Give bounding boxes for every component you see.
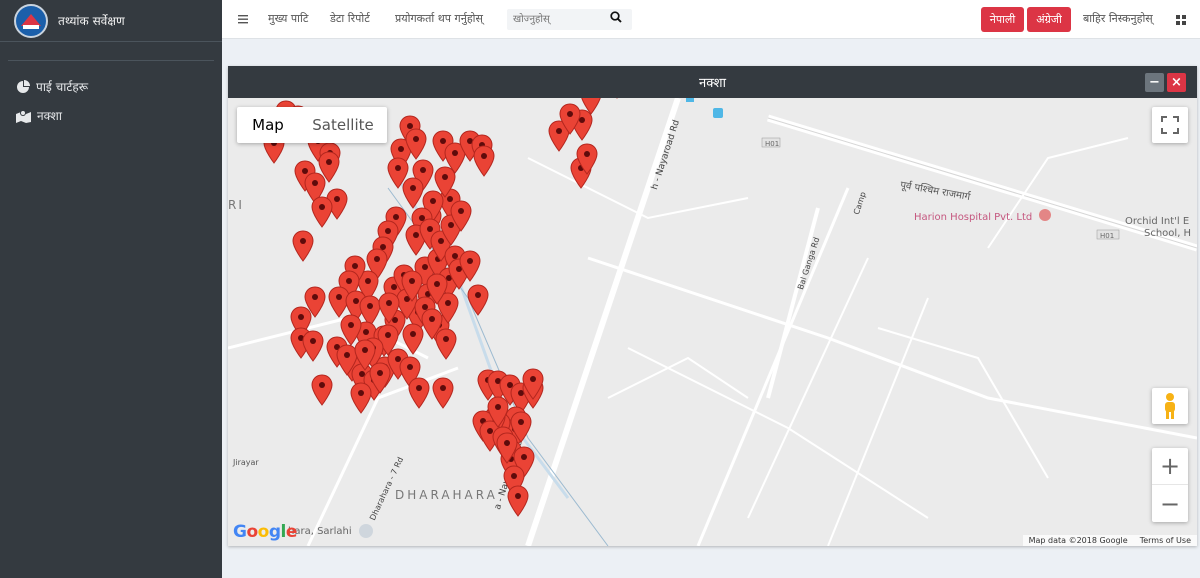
map-marker-icon[interactable]	[576, 143, 598, 175]
sarlahi-label: hara, Sarlahi	[288, 526, 352, 537]
map-marker-icon[interactable]	[510, 411, 532, 443]
sidebar-item-map[interactable]: नक्शा	[16, 107, 62, 124]
map-data-text: Map data ©2018 Google	[1028, 536, 1128, 545]
map-marker-icon[interactable]	[426, 273, 448, 305]
map-marker-icon[interactable]	[473, 145, 495, 177]
english-language-button[interactable]: अंग्रेजी	[1027, 7, 1071, 32]
fullscreen-icon	[1161, 116, 1179, 134]
panel-title: नक्शा	[698, 76, 726, 91]
map-marker-icon[interactable]	[487, 396, 509, 428]
grid-icon[interactable]	[1176, 15, 1186, 25]
zoom-out-button[interactable]: −	[1152, 485, 1188, 522]
nav-link-dashboard[interactable]: मुख्य पाटि	[268, 11, 308, 26]
map-marker-icon[interactable]	[467, 284, 489, 316]
highway-label: H01	[765, 140, 780, 148]
map-marker-icon[interactable]	[507, 485, 529, 517]
highway-label: H01	[1100, 232, 1115, 240]
sidebar: तथ्यांक सर्वेक्षण पाई चार्टहरू नक्शा	[0, 0, 222, 578]
sidebar-item-label: नक्शा	[37, 109, 62, 123]
map-marker-icon[interactable]	[292, 230, 314, 262]
map-marker-icon[interactable]	[559, 103, 581, 135]
map-marker-icon[interactable]	[522, 368, 544, 400]
dharahara-label: DHARAHARA	[395, 488, 498, 502]
app-logo	[14, 3, 48, 38]
terms-link[interactable]: Terms of Use	[1140, 536, 1191, 545]
brand-title: तथ्यांक सर्वेक्षण	[58, 14, 125, 28]
fullscreen-button[interactable]	[1152, 107, 1188, 143]
map-marker-icon[interactable]	[408, 377, 430, 409]
sidebar-item-pie-charts[interactable]: पाई चार्टहरू	[16, 78, 88, 95]
search-icon[interactable]	[610, 11, 622, 23]
map-marker-icon[interactable]	[580, 98, 602, 115]
map-canvas[interactable]: H01 H01 पूर्व पश्चिम राजमार्ग Harion Hos…	[228, 98, 1197, 546]
pegman-icon	[1165, 393, 1175, 419]
map-marker-icon[interactable]	[432, 377, 454, 409]
close-button[interactable]: ×	[1167, 73, 1186, 92]
street-view-pegman[interactable]	[1152, 388, 1188, 424]
nepali-language-button[interactable]: नेपाली	[981, 7, 1024, 32]
map-panel: नक्शा − × H01 H01 पूर्व पश्चिम राजमार्ग …	[228, 66, 1197, 546]
map-marker-icon[interactable]	[318, 151, 340, 183]
map-attribution: Map data ©2018 Google Terms of Use	[1022, 535, 1197, 546]
map-marker-icon[interactable]	[350, 382, 372, 414]
orchid-label: Orchid Int'l E	[1125, 216, 1190, 227]
map-marker-icon[interactable]	[311, 196, 333, 228]
zoom-in-button[interactable]: +	[1152, 448, 1188, 485]
map-type-control: Map Satellite	[237, 107, 387, 143]
brand[interactable]: तथ्यांक सर्वेक्षण	[0, 0, 222, 42]
pie-chart-icon	[17, 79, 30, 93]
map-marker-icon[interactable]	[459, 250, 481, 282]
map-type-map-button[interactable]: Map	[237, 107, 299, 143]
sidebar-divider	[8, 60, 214, 61]
map-type-satellite-button[interactable]: Satellite	[299, 107, 387, 143]
map-marker-icon[interactable]	[378, 292, 400, 324]
hospital-label: Harion Hospital Pvt. Ltd	[914, 212, 1033, 223]
top-navbar: मुख्य पाटि डेटा रिपोर्ट प्रयोगकर्ता थप ग…	[222, 0, 1200, 39]
map-marker-icon[interactable]	[302, 330, 324, 362]
sidebar-item-label: पाई चार्टहरू	[36, 80, 89, 94]
logout-link[interactable]: बाहिर निस्कनुहोस्	[1083, 11, 1153, 26]
jirayar-label: Jirayar	[233, 458, 259, 467]
map-marker-icon[interactable]	[401, 270, 423, 302]
map-marker-icon[interactable]	[311, 374, 333, 406]
map-marker-icon[interactable]	[405, 128, 427, 160]
minimize-button[interactable]: −	[1145, 73, 1164, 92]
map-marker-icon[interactable]	[369, 362, 391, 394]
hamburger-icon[interactable]	[238, 14, 248, 24]
nav-link-data-report[interactable]: डेटा रिपोर्ट	[330, 11, 370, 26]
school-label: School, H	[1144, 228, 1192, 239]
map-icon	[16, 109, 31, 123]
google-logo: Google	[233, 522, 297, 542]
panel-header: नक्शा − ×	[228, 66, 1197, 98]
map-marker-icon[interactable]	[606, 98, 628, 99]
zoom-control: + −	[1152, 448, 1188, 522]
nav-link-add-user[interactable]: प्रयोगकर्ता थप गर्नुहोस्	[395, 11, 483, 26]
map-marker-icon[interactable]	[450, 200, 472, 232]
area-label: RI	[228, 198, 244, 212]
